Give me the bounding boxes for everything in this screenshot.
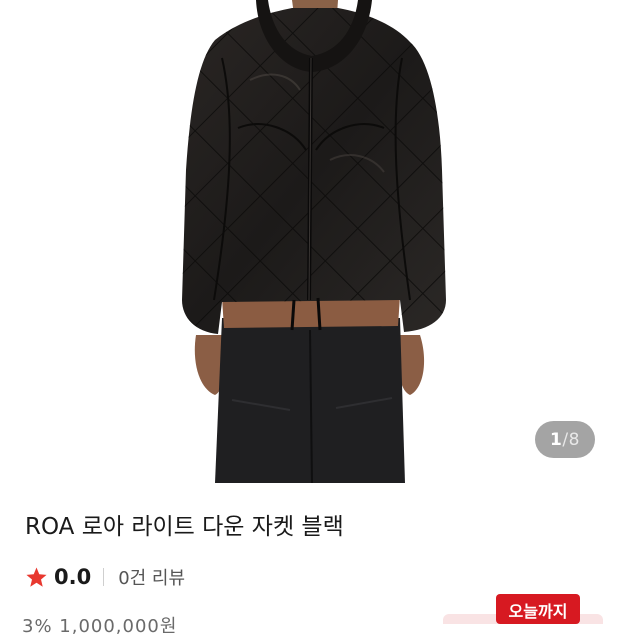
product-title: ROA 로아 라이트 다운 자켓 블랙 <box>25 514 344 540</box>
star-icon <box>26 566 47 587</box>
image-counter-badge: 1 / 8 <box>535 421 595 458</box>
product-image-carousel[interactable]: 1 / 8 <box>0 0 620 483</box>
price-text: 3% 1,000,000원 <box>22 616 178 637</box>
product-photo-jacket <box>182 0 446 483</box>
image-counter-current: 1 <box>550 429 563 450</box>
image-counter-total: 8 <box>568 429 580 450</box>
review-count-link[interactable]: 0건 리뷰 <box>118 564 185 590</box>
rating-divider <box>103 568 105 586</box>
rating-value: 0.0 <box>54 565 92 589</box>
rating-row[interactable]: 0.0 0건 리뷰 <box>25 560 185 594</box>
